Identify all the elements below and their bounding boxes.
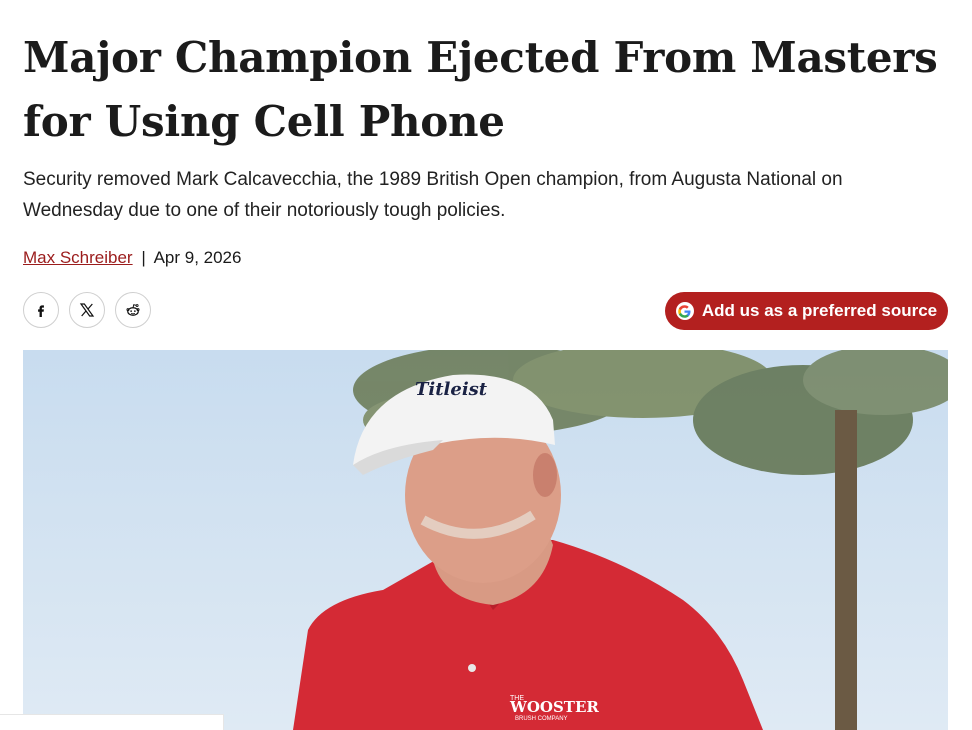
share-x-button[interactable]	[69, 292, 105, 328]
cap-logo-text: Titleist	[415, 379, 488, 400]
article-headline: Major Champion Ejected From Masters for …	[23, 33, 938, 146]
preferred-source-label: Add us as a preferred source	[701, 301, 938, 320]
byline-separator: |	[141, 248, 146, 267]
publish-date: Apr 9, 2026	[153, 248, 242, 267]
facebook-icon	[38, 305, 44, 317]
add-preferred-source-button[interactable]: Add us as a preferred source	[665, 292, 948, 330]
hero-image: Titleist THE WOOSTER BRUSH COMPANY	[23, 350, 948, 730]
share-facebook-button[interactable]	[23, 292, 59, 328]
share-buttons	[23, 292, 151, 328]
article-dek: Security removed Mark Calcavecchia, the …	[23, 169, 843, 221]
bottom-left-panel	[0, 714, 224, 730]
palm-trunk	[835, 410, 857, 730]
reddit-icon	[126, 304, 140, 316]
byline: Max Schreiber | Apr 9, 2026	[23, 246, 241, 270]
shirt-logo-bottom: BRUSH COMPANY	[515, 716, 568, 722]
google-icon	[675, 302, 694, 320]
share-reddit-button[interactable]	[115, 292, 151, 328]
x-icon	[79, 303, 95, 317]
author-link[interactable]: Max Schreiber	[23, 248, 133, 267]
shirt-logo-main: WOOSTER	[509, 698, 599, 716]
